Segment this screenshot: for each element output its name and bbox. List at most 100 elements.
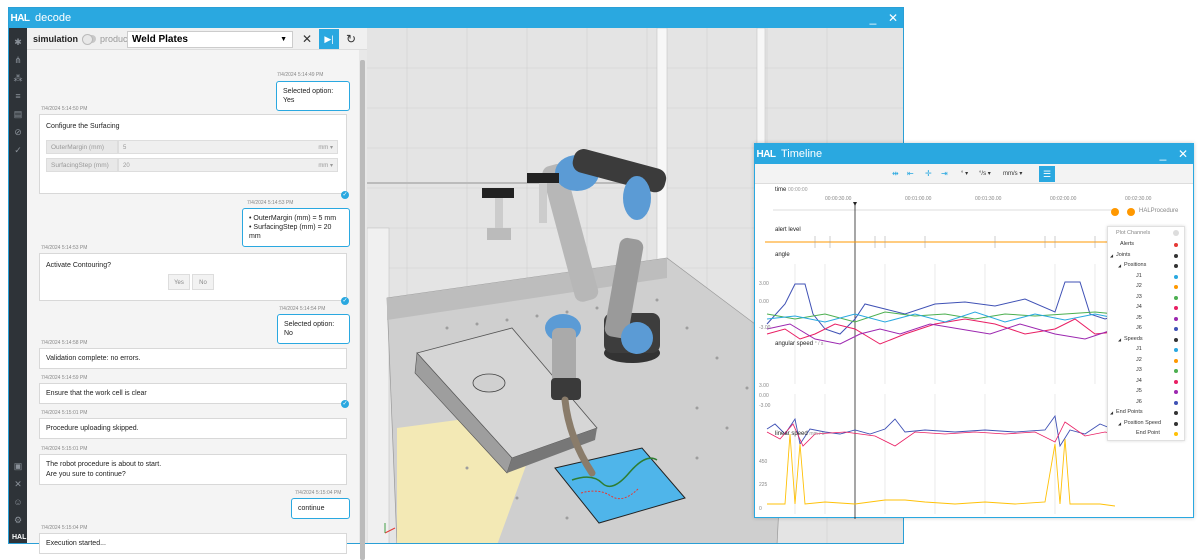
zoom-right-icon[interactable]: ⇥ — [941, 169, 948, 178]
plot-channel-item[interactable]: ◢ End Points — [1108, 409, 1184, 417]
plot-channel-item[interactable]: J1 — [1108, 273, 1184, 281]
channel-color-dot[interactable] — [1174, 390, 1178, 394]
channel-color-dot[interactable] — [1174, 327, 1178, 331]
plot-channel-item[interactable]: J4 — [1108, 304, 1184, 312]
close-icon[interactable]: ✕ — [12, 478, 24, 490]
timeline-minimize-button[interactable]: _ — [1153, 144, 1173, 164]
channel-color-dot[interactable] — [1174, 432, 1178, 436]
channel-color-dot[interactable] — [1174, 369, 1178, 373]
timestamp: 7/4/2024 5:14:50 PM — [41, 106, 88, 112]
plot-channel-item[interactable]: J6 — [1108, 325, 1184, 333]
plot-channel-item[interactable]: J3 — [1108, 367, 1184, 375]
menu-icon[interactable]: ☰ — [1039, 166, 1055, 182]
chat-scrollbar[interactable] — [359, 50, 367, 560]
outer-margin-value: 5 — [123, 145, 127, 151]
plot-channel-item[interactable]: ◢ Speeds — [1108, 336, 1184, 344]
plot-channel-item[interactable]: End Point — [1108, 430, 1184, 438]
plot-channel-item[interactable]: J3 — [1108, 294, 1184, 302]
channel-color-dot[interactable] — [1174, 274, 1178, 279]
step-play-button[interactable]: ▶| — [319, 29, 339, 49]
hal-logo: HAL — [756, 148, 776, 160]
check-icon: ✓ — [341, 400, 349, 408]
plot-channel-item[interactable]: Alerts — [1108, 241, 1184, 249]
panel-toggle-icon[interactable] — [1173, 230, 1179, 236]
timeline-titlebar[interactable]: HAL Timeline _ ✕ — [755, 144, 1193, 164]
yes-button[interactable]: Yes — [168, 274, 190, 290]
channel-color-dot[interactable] — [1174, 285, 1178, 289]
timestamp: 7/4/2024 5:14:53 PM — [41, 245, 88, 251]
plot-channel-label: End Points — [1116, 409, 1143, 415]
procedure-select[interactable]: Weld Plates ▼ — [127, 31, 293, 48]
channel-color-dot[interactable] — [1174, 337, 1178, 342]
plot-channel-item[interactable]: J2 — [1108, 357, 1184, 365]
tree-expand-icon[interactable]: ◢ — [1118, 263, 1121, 268]
stop-button[interactable]: ✕ — [297, 29, 317, 49]
plot-channel-item[interactable]: J5 — [1108, 388, 1184, 396]
channel-color-dot[interactable] — [1174, 348, 1178, 352]
channel-color-dot[interactable] — [1174, 243, 1178, 247]
crosshair-icon[interactable]: ✛ — [925, 169, 932, 178]
robot-arm-icon[interactable]: ✱ — [12, 36, 24, 48]
reply-bubble: Selected option: No — [277, 314, 350, 344]
channel-color-dot[interactable] — [1174, 316, 1178, 321]
plot-channel-item[interactable]: J2 — [1108, 283, 1184, 291]
timeline-close-button[interactable]: ✕ — [1173, 144, 1193, 164]
mode-toggle[interactable] — [82, 33, 97, 45]
plot-channel-item[interactable]: J4 — [1108, 378, 1184, 386]
tree-expand-icon[interactable]: ◢ — [1118, 337, 1121, 342]
channel-unit: mm / s — [809, 431, 825, 437]
layers-icon[interactable]: ≡ — [12, 90, 24, 102]
channel-name: linear speed — [775, 431, 808, 437]
settings-icon[interactable]: ⚙ — [12, 514, 24, 526]
channel-label-angle: angle — [775, 252, 790, 258]
chat-scroll[interactable]: 7/4/2024 5:14:49 PM Selected option: Yes… — [27, 50, 359, 554]
link-icon[interactable]: ⊘ — [12, 126, 24, 138]
channel-color-dot[interactable] — [1174, 264, 1178, 268]
user-icon[interactable]: ☺ — [12, 496, 24, 508]
reload-button[interactable]: ↻ — [341, 29, 361, 49]
channel-color-dot[interactable] — [1174, 358, 1178, 363]
message-line: The robot procedure is about to start. — [46, 461, 162, 468]
main-titlebar[interactable]: HAL decode _ ✕ — [9, 8, 903, 28]
message-card: Validation complete: no errors. — [39, 348, 347, 369]
plot-channel-item[interactable]: ◢ Positions — [1108, 262, 1184, 270]
plot-channels-panel: Plot Channels Alerts ◢ Joints ◢ Positions J… — [1107, 226, 1185, 441]
no-button[interactable]: No — [191, 274, 214, 290]
plot-channel-item[interactable]: J1 — [1108, 346, 1184, 354]
tree-expand-icon[interactable]: ◢ — [1110, 410, 1113, 415]
close-button[interactable]: ✕ — [883, 8, 903, 28]
outer-margin-field[interactable]: 5 mm ▾ — [118, 140, 338, 154]
channel-color-dot[interactable] — [1174, 295, 1178, 300]
nodes-icon[interactable]: ⁂ — [12, 72, 24, 84]
surfacing-step-value: 20 — [123, 163, 130, 169]
angle-unit-select[interactable]: ° ▾ — [961, 170, 968, 177]
tree-icon[interactable]: ⋔ — [12, 54, 24, 66]
channel-color-dot[interactable] — [1174, 306, 1178, 310]
plot-channel-label: J1 — [1136, 346, 1142, 352]
fit-width-icon[interactable]: ⇹ — [892, 169, 899, 178]
plot-channel-item[interactable]: J5 — [1108, 315, 1184, 323]
channel-color-dot[interactable] — [1174, 421, 1178, 426]
angular-unit-select[interactable]: °/s ▾ — [979, 170, 991, 177]
linear-unit-select[interactable]: mm/s ▾ — [1003, 170, 1022, 177]
chevron-down-icon: ▼ — [280, 36, 287, 43]
zoom-left-icon[interactable]: ⇤ — [907, 169, 914, 178]
save-icon[interactable]: ▣ — [12, 460, 24, 472]
tree-expand-icon[interactable]: ◢ — [1118, 421, 1121, 426]
check-icon: ✓ — [341, 191, 349, 199]
timestamp: 7/4/2024 5:15:01 PM — [41, 410, 88, 416]
document-icon[interactable]: ▤ — [12, 108, 24, 120]
timeline-toolbar: ⇹ ⇤ ✛ ⇥ ° ▾ °/s ▾ mm/s ▾ ☰ — [755, 164, 1193, 184]
channel-color-dot[interactable] — [1174, 400, 1178, 405]
plot-channel-item[interactable]: ◢ Position Speed — [1108, 420, 1184, 428]
plot-channel-item[interactable]: J6 — [1108, 399, 1184, 407]
plot-channel-item[interactable]: ◢ Joints — [1108, 252, 1184, 260]
minimize-button[interactable]: _ — [863, 8, 883, 28]
channel-color-dot[interactable] — [1174, 253, 1178, 258]
check-circle-icon[interactable]: ✓ — [12, 144, 24, 156]
tree-expand-icon[interactable]: ◢ — [1110, 253, 1113, 258]
channel-color-dot[interactable] — [1174, 411, 1178, 415]
scrollbar-thumb[interactable] — [360, 60, 365, 560]
surfacing-step-field[interactable]: 20 mm ▾ — [118, 158, 338, 172]
channel-color-dot[interactable] — [1174, 379, 1178, 384]
